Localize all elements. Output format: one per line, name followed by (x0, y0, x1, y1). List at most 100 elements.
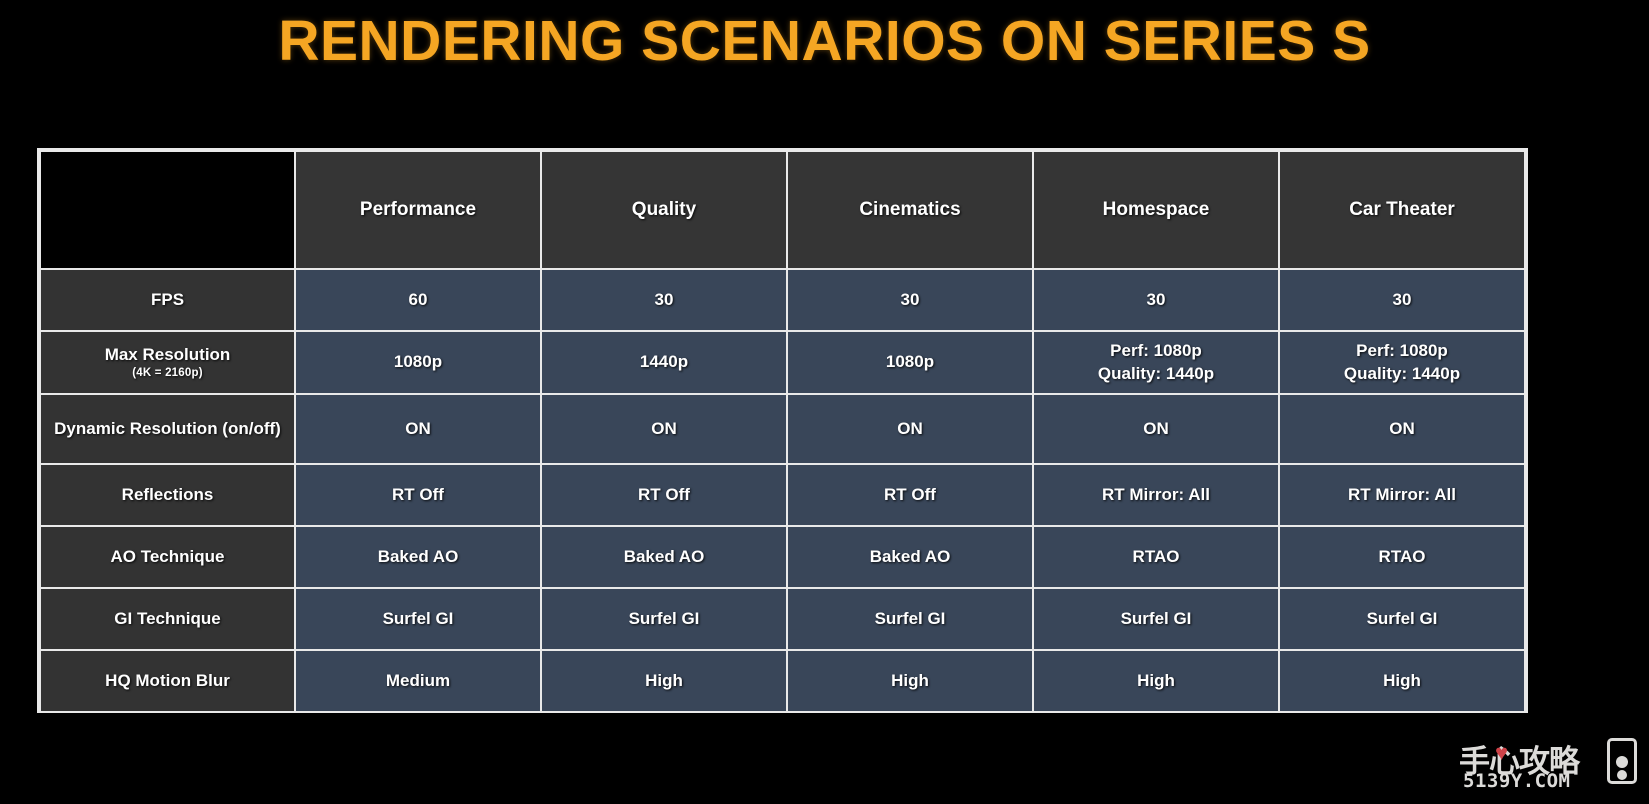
row-label-text: AO Technique (110, 546, 225, 566)
site-watermark: 手心攻略 ♥ 5139Y.COM (1459, 736, 1639, 798)
cell-dynres-quality: ON (540, 393, 788, 465)
watermark-url: 5139Y.COM (1463, 770, 1571, 792)
row-label-text: GI Technique (114, 608, 221, 628)
cell-line-1: ON (1143, 418, 1169, 438)
cell-line-2: Quality: 1440p (1343, 363, 1461, 383)
column-header-performance: Performance (294, 150, 542, 270)
table-header: Performance Quality Cinematics Homespace… (39, 150, 1526, 270)
table-row: AO Technique Baked AO Baked AO Baked AO … (39, 525, 1526, 589)
cell-fps-performance: 60 (294, 268, 542, 332)
cell-fps-homespace: 30 (1032, 268, 1280, 332)
cell-dynres-cinematics: ON (786, 393, 1034, 465)
table-row: GI Technique Surfel GI Surfel GI Surfel … (39, 587, 1526, 651)
row-label-reflections: Reflections (39, 463, 296, 527)
rendering-scenarios-table: Performance Quality Cinematics Homespace… (37, 148, 1528, 713)
cell-line-1: Surfel GI (1120, 608, 1192, 628)
cell-blur-quality: High (540, 649, 788, 713)
row-label-gi-technique: GI Technique (39, 587, 296, 651)
cell-line-1: Surfel GI (382, 608, 454, 628)
cell-blur-cinematics: High (786, 649, 1034, 713)
cell-blur-performance: Medium (294, 649, 542, 713)
cell-line-1: Baked AO (869, 546, 951, 566)
cell-line-1: 60 (408, 289, 428, 309)
table-body: FPS 60 30 30 30 30 Max Resolution (4K = … (39, 268, 1526, 713)
cell-line-1: RTAO (1378, 546, 1426, 566)
cell-blur-homespace: High (1032, 649, 1280, 713)
phone-icon (1607, 738, 1637, 784)
page-title: RENDERING SCENARIOS ON SERIES S (278, 9, 1371, 73)
cell-line-1: ON (405, 418, 431, 438)
cell-blur-car-theater: High (1278, 649, 1526, 713)
cell-dynres-car-theater: ON (1278, 393, 1526, 465)
cell-line-1: 30 (1146, 289, 1166, 309)
cell-line-1: Baked AO (377, 546, 459, 566)
cell-line-1: High (1383, 670, 1421, 690)
cell-fps-cinematics: 30 (786, 268, 1034, 332)
cell-line-1: RT Off (392, 484, 444, 504)
cell-maxres-homespace: Perf: 1080p Quality: 1440p (1032, 330, 1280, 395)
row-label-ao-technique: AO Technique (39, 525, 296, 589)
column-header-cinematics: Cinematics (786, 150, 1034, 270)
cell-line-1: Perf: 1080p (1356, 340, 1448, 360)
cell-gi-homespace: Surfel GI (1032, 587, 1280, 651)
cell-line-1: Surfel GI (628, 608, 700, 628)
cell-line-1: 30 (900, 289, 920, 309)
heart-icon: ♥ (1495, 740, 1509, 765)
row-label-text: Reflections (121, 484, 214, 504)
table-row: HQ Motion Blur Medium High High High Hig… (39, 649, 1526, 713)
cell-ao-cinematics: Baked AO (786, 525, 1034, 589)
cell-line-1: High (891, 670, 929, 690)
cell-dynres-performance: ON (294, 393, 542, 465)
cell-line-1: Perf: 1080p (1110, 340, 1202, 360)
cell-line-1: ON (651, 418, 677, 438)
table-row: Dynamic Resolution (on/off) ON ON ON ON (39, 393, 1526, 465)
cell-line-1: 1440p (639, 352, 689, 372)
cell-line-1: Surfel GI (1366, 608, 1438, 628)
cell-maxres-performance: 1080p (294, 330, 542, 395)
cell-maxres-quality: 1440p (540, 330, 788, 395)
cell-ao-car-theater: RTAO (1278, 525, 1526, 589)
cell-reflections-car-theater: RT Mirror: All (1278, 463, 1526, 527)
cell-line-1: RTAO (1132, 546, 1180, 566)
cell-line-1: RT Off (638, 484, 690, 504)
cell-line-1: Baked AO (623, 546, 705, 566)
cell-line-1: 30 (654, 289, 674, 309)
cell-line-1: High (645, 670, 683, 690)
cell-line-1: 30 (1392, 289, 1412, 309)
cell-gi-car-theater: Surfel GI (1278, 587, 1526, 651)
row-label-text: FPS (150, 289, 185, 309)
row-label-text: Max Resolution (104, 344, 231, 364)
row-label-text: Dynamic Resolution (on/off) (54, 418, 281, 438)
watermark-text: 手心攻略 (1459, 744, 1580, 780)
cell-line-2: Quality: 1440p (1097, 363, 1215, 383)
table-header-row: Performance Quality Cinematics Homespace… (39, 150, 1526, 270)
row-label-dynamic-resolution: Dynamic Resolution (on/off) (39, 393, 296, 465)
cell-fps-quality: 30 (540, 268, 788, 332)
table-row: Max Resolution (4K = 2160p) 1080p 1440p … (39, 330, 1526, 395)
cell-line-1: ON (1389, 418, 1415, 438)
cell-reflections-quality: RT Off (540, 463, 788, 527)
table-row: Reflections RT Off RT Off RT Off RT Mirr… (39, 463, 1526, 527)
row-label-hq-motion-blur: HQ Motion Blur (39, 649, 296, 713)
slide-canvas: RENDERING SCENARIOS ON SERIES S Performa… (0, 0, 1649, 804)
cell-line-1: High (1137, 670, 1175, 690)
cell-reflections-homespace: RT Mirror: All (1032, 463, 1280, 527)
column-header-homespace: Homespace (1032, 150, 1280, 270)
cell-dynres-homespace: ON (1032, 393, 1280, 465)
cell-gi-performance: Surfel GI (294, 587, 542, 651)
cell-maxres-cinematics: 1080p (786, 330, 1034, 395)
cell-line-1: RT Mirror: All (1348, 484, 1456, 504)
comparison-table: Performance Quality Cinematics Homespace… (39, 150, 1526, 713)
cell-fps-car-theater: 30 (1278, 268, 1526, 332)
cell-line-1: ON (897, 418, 923, 438)
cell-line-1: RT Mirror: All (1102, 484, 1210, 504)
row-label-subtext: (4K = 2160p) (132, 366, 203, 379)
column-header-quality: Quality (540, 150, 788, 270)
cell-ao-performance: Baked AO (294, 525, 542, 589)
cell-line-1: Surfel GI (874, 608, 946, 628)
cell-ao-homespace: RTAO (1032, 525, 1280, 589)
row-label-text: HQ Motion Blur (105, 670, 230, 690)
cell-ao-quality: Baked AO (540, 525, 788, 589)
cell-line-1: RT Off (884, 484, 936, 504)
cell-line-1: 1080p (393, 352, 443, 372)
